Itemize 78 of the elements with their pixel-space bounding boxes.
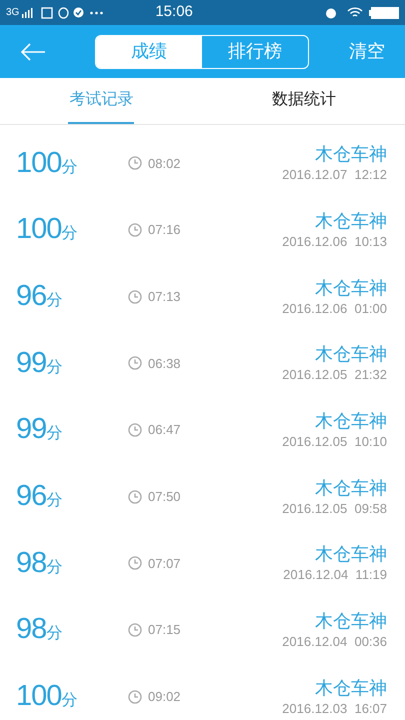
score-value: 100 — [16, 146, 62, 181]
record-row[interactable]: 96分 07:13 木仓车神 2016.12.06 01:00 — [0, 263, 405, 330]
score-unit: 分 — [61, 158, 78, 178]
duration-text: 08:02 — [148, 154, 181, 173]
duration-text: 07:07 — [148, 554, 181, 573]
user-name: 木仓车神 — [315, 410, 387, 434]
record-row[interactable]: 98分 07:15 木仓车神 2016.12.04 00:36 — [0, 596, 405, 664]
record-date: 2016.12.05 10:10 — [282, 433, 387, 452]
image-notification-icon — [41, 6, 54, 18]
status-time: 15:06 — [155, 2, 193, 22]
score-unit: 分 — [46, 358, 62, 378]
clock-icon — [128, 290, 142, 304]
score-unit: 分 — [46, 558, 62, 578]
clear-button[interactable]: 清空 — [349, 38, 385, 65]
segment-tab[interactable]: 排行榜 — [202, 36, 308, 68]
segment-tab[interactable]: 成绩 — [96, 36, 202, 68]
user-name: 木仓车神 — [315, 143, 387, 166]
record-date: 2016.12.04 11:19 — [283, 566, 387, 584]
score-value: 96 — [16, 278, 46, 314]
clock-icon — [128, 690, 142, 704]
duration-text: 07:13 — [148, 288, 181, 306]
score-value: 96 — [16, 479, 46, 514]
clock-icon — [128, 623, 142, 638]
score-unit: 分 — [46, 491, 62, 512]
user-name: 木仓车神 — [315, 676, 387, 700]
clock-icon — [128, 223, 142, 238]
record-date: 2016.12.06 01:00 — [282, 300, 387, 318]
record-row[interactable]: 98分 07:07 木仓车神 2016.12.04 11:19 — [0, 530, 405, 597]
record-date: 2016.12.05 09:58 — [282, 500, 387, 518]
score-unit: 分 — [61, 692, 78, 712]
score-value: 98 — [16, 612, 46, 648]
tab[interactable]: 考试记录 — [68, 78, 134, 124]
record-date: 2016.12.05 21:32 — [282, 366, 387, 384]
duration-text: 07:50 — [148, 488, 181, 506]
record-date: 2016.12.06 10:13 — [282, 233, 387, 252]
score-unit: 分 — [61, 225, 78, 244]
more-icon — [90, 10, 104, 14]
user-name: 木仓车神 — [315, 276, 387, 300]
duration-text: 07:16 — [148, 221, 181, 240]
user-name: 木仓车神 — [315, 476, 387, 500]
record-date: 2016.12.03 16:07 — [282, 700, 387, 718]
battery-icon — [369, 6, 399, 18]
wifi-icon — [347, 6, 363, 18]
clock-icon — [128, 490, 142, 504]
score-unit: 分 — [46, 290, 62, 311]
score-unit: 分 — [46, 424, 62, 444]
score-value: 99 — [16, 346, 46, 381]
chat-notification-icon — [58, 6, 70, 18]
tab[interactable]: 数据统计 — [270, 78, 337, 124]
network-label: 3G — [6, 6, 20, 20]
record-row[interactable]: 100分 07:16 木仓车神 2016.12.06 10:13 — [0, 196, 405, 264]
score-value: 99 — [16, 412, 46, 448]
duration-text: 06:47 — [148, 421, 181, 440]
user-name: 木仓车神 — [315, 543, 387, 566]
clock-icon — [128, 356, 142, 370]
user-name: 木仓车神 — [315, 343, 387, 366]
record-date: 2016.12.04 00:36 — [282, 633, 387, 652]
user-name: 木仓车神 — [315, 210, 387, 234]
clock-icon — [128, 556, 142, 570]
duration-text: 09:02 — [148, 688, 181, 706]
score-value: 100 — [16, 679, 62, 714]
duration-text: 07:15 — [148, 621, 181, 640]
score-value: 100 — [16, 212, 62, 248]
user-name: 木仓车神 — [315, 610, 387, 634]
signal-icon — [21, 8, 34, 18]
record-date: 2016.12.07 12:12 — [282, 166, 387, 184]
back-arrow-icon — [20, 42, 46, 60]
score-unit: 分 — [46, 624, 62, 644]
record-row[interactable]: 96分 07:50 木仓车神 2016.12.05 09:58 — [0, 463, 405, 530]
duration-text: 06:38 — [148, 354, 181, 373]
clock-icon — [128, 156, 142, 170]
record-row[interactable]: 99分 06:47 木仓车神 2016.12.05 10:10 — [0, 396, 405, 464]
record-row[interactable]: 100分 08:02 木仓车神 2016.12.07 12:12 — [0, 130, 405, 197]
record-row[interactable]: 100分 09:02 木仓车神 2016.12.03 16:07 — [0, 664, 405, 720]
check-notification-icon — [73, 7, 84, 18]
record-row[interactable]: 99分 06:38 木仓车神 2016.12.05 21:32 — [0, 330, 405, 397]
score-value: 98 — [16, 546, 46, 581]
clock-icon — [128, 423, 142, 438]
